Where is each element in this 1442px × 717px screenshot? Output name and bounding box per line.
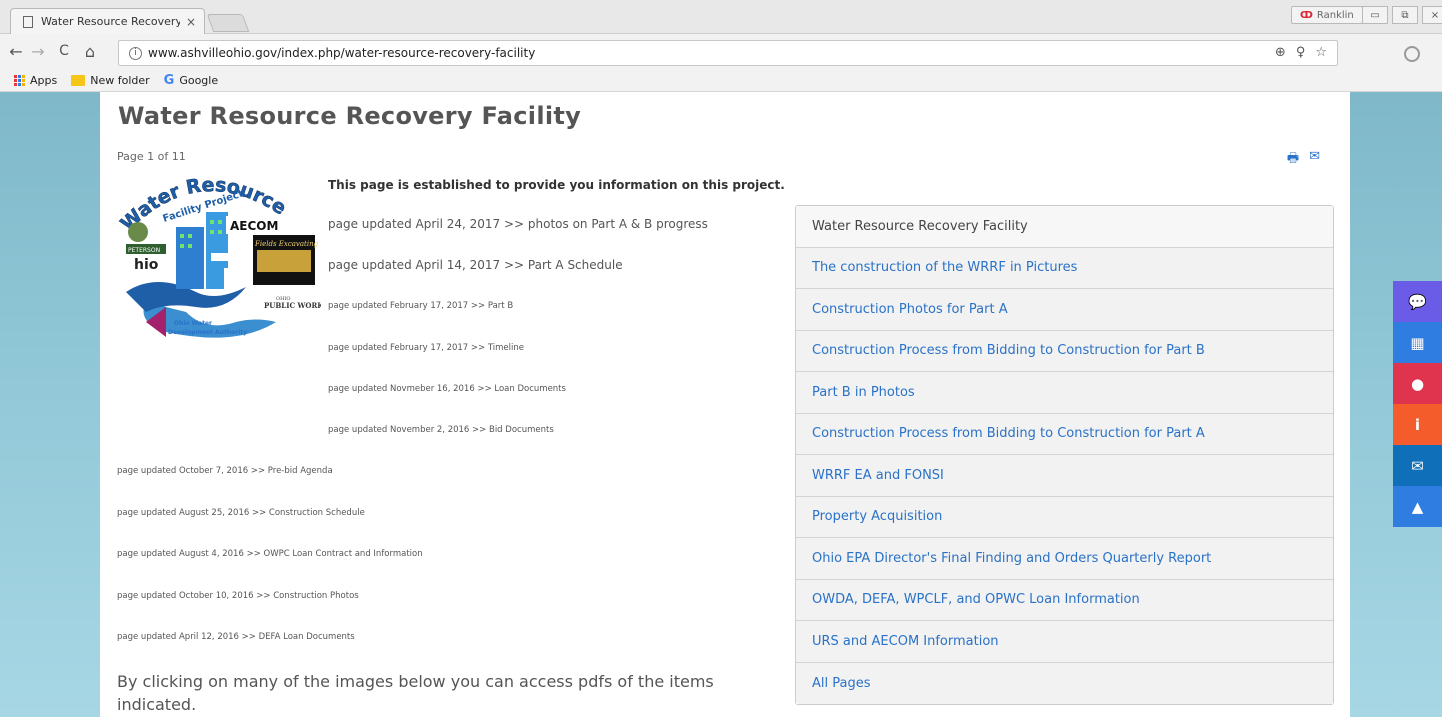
nav-item-photos-part-a[interactable]: Construction Photos for Part A (796, 289, 1333, 331)
nav-item-epa-report[interactable]: Ohio EPA Director's Final Finding and Or… (796, 538, 1333, 580)
bookmark-apps[interactable]: Apps (14, 74, 57, 87)
chat-icon[interactable]: 💬 (1393, 281, 1442, 322)
nav-item-wrrf[interactable]: Water Resource Recovery Facility (796, 206, 1333, 248)
bookmark-label: New folder (90, 74, 150, 87)
opw-line2: PUBLIC WORKS (264, 301, 321, 310)
pdf-instructions: By clicking on many of the images below … (117, 672, 714, 714)
nav-item-ea-fonsi[interactable]: WRRF EA and FONSI (796, 455, 1333, 497)
intro-text: This page is established to provide you … (328, 178, 785, 192)
update-item[interactable]: page updated October 7, 2016 >> Pre-bid … (117, 466, 333, 476)
bookmark-label: Google (179, 74, 219, 87)
bookmark-star-icon[interactable]: ☆ (1315, 45, 1327, 60)
page-icon (23, 15, 33, 28)
forward-button[interactable]: → (28, 42, 48, 61)
bookmark-google[interactable]: G Google (164, 73, 218, 88)
page-title: Water Resource Recovery Facility (118, 102, 582, 130)
reload-button[interactable]: C (54, 43, 74, 59)
minimize-button[interactable]: ▭ (1362, 6, 1388, 24)
bookmarks-bar: Apps New folder G Google (0, 70, 1442, 92)
tab-title: Water Resource Recovery (41, 15, 180, 28)
profile-name: Ranklin (1316, 9, 1354, 21)
content-area: Water Resource Recovery Facility Page 1 … (100, 92, 1350, 717)
owda-line1: Ohio Water (174, 320, 212, 327)
wrrf-project-logo: Water Resource Recovery Facility Project… (116, 172, 321, 338)
apps-icon (14, 75, 25, 86)
info-icon[interactable]: i (1393, 404, 1442, 445)
update-item[interactable]: page updated November 2, 2016 >> Bid Doc… (328, 425, 554, 435)
nav-item-property-acquisition[interactable]: Property Acquisition (796, 496, 1333, 538)
extension-icon[interactable] (1404, 46, 1420, 62)
google-icon: G (163, 73, 175, 88)
email-icon[interactable]: ✉ (1309, 149, 1320, 171)
update-item[interactable]: page updated February 17, 2017 >> Timeli… (328, 343, 524, 353)
browser-tabstrip: Water Resource Recovery × ↀ Ranklin ▭ ⧉ … (0, 0, 1442, 34)
calendar-icon[interactable]: ▦ (1393, 322, 1442, 363)
nav-item-loan-information[interactable]: OWDA, DEFA, WPCLF, and OPWC Loan Informa… (796, 579, 1333, 621)
restore-button[interactable]: ⧉ (1392, 6, 1418, 24)
info-icon[interactable]: i (129, 46, 142, 60)
nav-item-all-pages[interactable]: All Pages (796, 662, 1333, 704)
globe-icon[interactable]: ● (1393, 363, 1442, 404)
update-item[interactable]: page updated Novmeber 16, 2016 >> Loan D… (328, 384, 566, 394)
nav-item-urs-aecom[interactable]: URS and AECOM Information (796, 621, 1333, 663)
update-item[interactable]: page updated April 12, 2016 >> DEFA Loan… (117, 632, 355, 642)
fields-excavating-text: Fields Excavating (254, 240, 319, 248)
print-icon[interactable]: 🖶 (1287, 149, 1299, 171)
page-viewport[interactable]: Water Resource Recovery Facility Page 1 … (0, 92, 1442, 717)
home-button[interactable]: ⌂ (80, 42, 100, 61)
address-bar[interactable]: i www.ashvilleohio.gov/index.php/water-r… (118, 40, 1338, 66)
profile-icon: ↀ (1300, 9, 1313, 21)
browser-tab[interactable]: Water Resource Recovery × (10, 8, 205, 34)
page-counter: Page 1 of 11 (117, 150, 186, 163)
alert-icon[interactable]: ▲ (1393, 486, 1442, 527)
nav-item-process-part-a[interactable]: Construction Process from Bidding to Con… (796, 413, 1333, 455)
floating-action-bar: 💬 ▦ ● i ✉ ▲ (1393, 281, 1442, 527)
peterson-logo-text: PETERSON (128, 247, 160, 254)
nav-item-construction-pictures[interactable]: The construction of the WRRF in Pictures (796, 247, 1333, 289)
pin-icon[interactable]: ♀ (1296, 45, 1306, 60)
update-item[interactable]: page updated April 14, 2017 >> Part A Sc… (328, 258, 623, 272)
article-index-nav: Water Resource Recovery Facility The con… (795, 205, 1334, 705)
profile-button[interactable]: ↀ Ranklin (1291, 6, 1363, 24)
close-window-button[interactable]: × (1422, 6, 1442, 24)
update-item[interactable]: page updated October 10, 2016 >> Constru… (117, 591, 359, 601)
bookmark-new-folder[interactable]: New folder (71, 74, 150, 87)
nav-item-part-b-photos[interactable]: Part B in Photos (796, 372, 1333, 414)
owda-line2: Development Authority (168, 329, 247, 336)
article-actions: 🖶 ✉ (1287, 149, 1320, 171)
zoom-icon[interactable]: ⊕ (1275, 45, 1286, 60)
back-button[interactable]: ← (6, 42, 26, 61)
ohio-logo-text: hio (134, 257, 159, 273)
new-tab-button[interactable] (206, 14, 250, 32)
aecom-logo-text: AECOM (230, 219, 278, 233)
update-item[interactable]: page updated April 24, 2017 >> photos on… (328, 217, 708, 231)
url-text[interactable]: www.ashvilleohio.gov/index.php/water-res… (148, 46, 535, 60)
update-item[interactable]: page updated February 17, 2017 >> Part B (328, 301, 513, 311)
bookmark-label: Apps (30, 74, 58, 87)
nav-item-process-part-b[interactable]: Construction Process from Bidding to Con… (796, 330, 1333, 372)
update-item[interactable]: page updated August 25, 2016 >> Construc… (117, 508, 365, 518)
update-item[interactable]: page updated August 4, 2016 >> OWPC Loan… (117, 549, 423, 559)
tab-close-icon[interactable]: × (186, 15, 196, 29)
folder-icon (71, 75, 86, 86)
mail-icon[interactable]: ✉ (1393, 445, 1442, 486)
